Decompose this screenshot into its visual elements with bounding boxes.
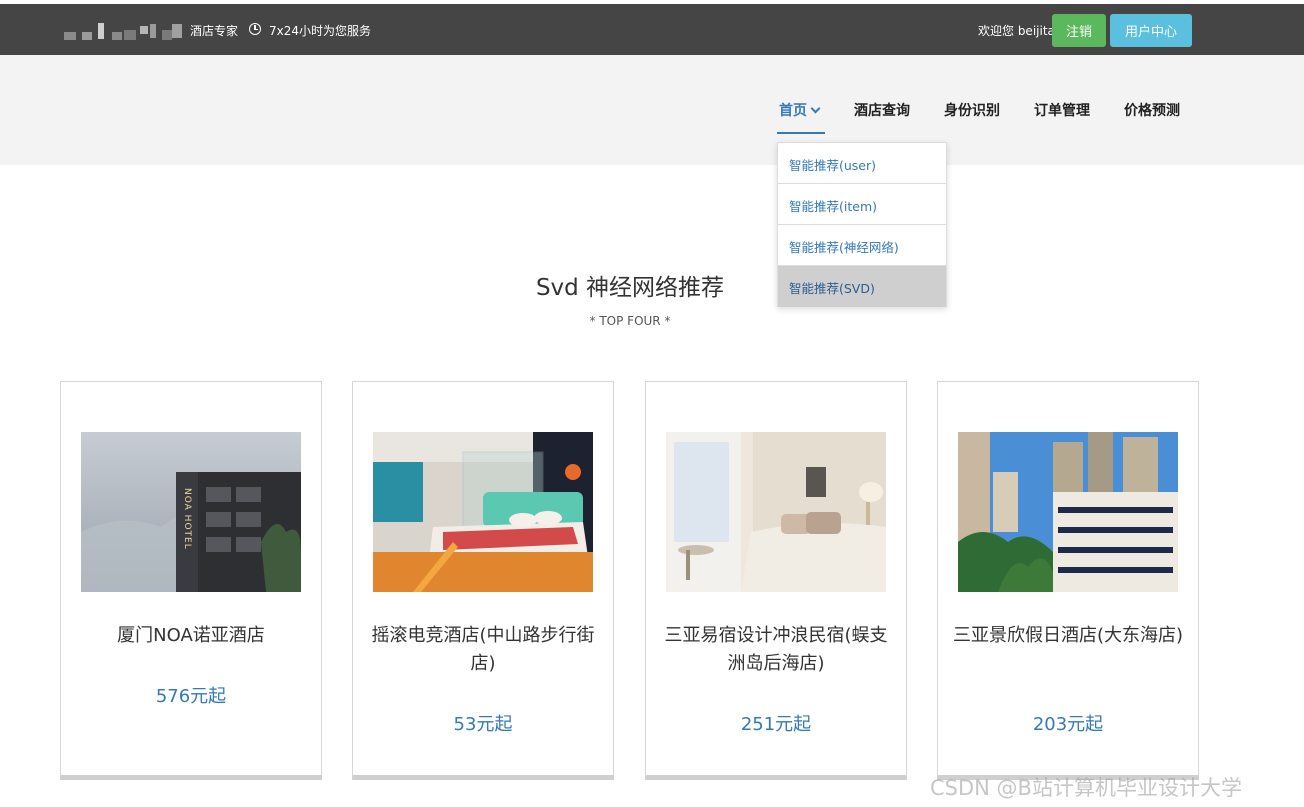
hotel-image[interactable]: [666, 432, 886, 592]
recommend-dropdown-menu: 智能推荐(user) 智能推荐(item) 智能推荐(神经网络) 智能推荐(SV…: [777, 142, 947, 307]
nav-item-hotel-search[interactable]: 酒店查询: [854, 100, 910, 120]
hotel-name[interactable]: 三亚易宿设计冲浪民宿(蜈支洲岛后海店): [656, 622, 896, 678]
chevron-down-icon: [810, 103, 821, 114]
hotel-card[interactable]: 三亚易宿设计冲浪民宿(蜈支洲岛后海店) 251元起: [645, 381, 907, 780]
hotel-name[interactable]: 三亚景欣假日酒店(大东海店): [948, 622, 1188, 650]
hotel-card[interactable]: 三亚景欣假日酒店(大东海店) 203元起: [937, 381, 1199, 780]
nav-item-home[interactable]: 首页: [779, 100, 821, 120]
hotel-image[interactable]: [373, 432, 593, 592]
hotel-card[interactable]: NOA HOTEL 厦门NOA诺亚酒店 576元起: [60, 381, 322, 780]
nav-item-price-prediction[interactable]: 价格预测: [1124, 100, 1180, 120]
hotel-price: 203元起: [1032, 714, 1104, 735]
section-title: Svd 神经网络推荐: [535, 275, 725, 301]
hotel-price: 251元起: [740, 714, 812, 735]
hotel-card[interactable]: 摇滚电竞酒店(中山路步行街店) 53元起: [352, 381, 614, 780]
menu-item-recommend-svd[interactable]: 智能推荐(SVD): [778, 266, 946, 307]
user-center-button[interactable]: 用户中心: [1110, 14, 1192, 47]
hotel-image[interactable]: NOA HOTEL: [81, 432, 301, 592]
clock-icon: [249, 23, 261, 35]
hotel-price: 53元起: [453, 714, 513, 735]
section-subtitle: * TOP FOUR *: [589, 314, 671, 328]
welcome-text: 欢迎您 beijita: [978, 24, 1055, 38]
hotel-name[interactable]: 厦门NOA诺亚酒店: [71, 622, 311, 650]
nav-item-id-recognition[interactable]: 身份识别: [944, 100, 1000, 120]
hotel-image[interactable]: [958, 432, 1178, 592]
active-nav-indicator: [777, 132, 825, 134]
watermark-text: CSDN @B站计算机毕业设计大学: [930, 776, 1242, 800]
nav-item-home-label: 首页: [779, 103, 807, 119]
hotel-price: 576元起: [155, 686, 227, 707]
main-nav: 首页 酒店查询 身份识别 订单管理 价格预测: [0, 55, 1304, 165]
menu-item-recommend-user[interactable]: 智能推荐(user): [778, 143, 946, 184]
brand-label: 酒店专家: [190, 24, 239, 38]
logout-button[interactable]: 注销: [1052, 14, 1106, 47]
service-hours-text: 7x24小时为您服务: [269, 24, 372, 38]
svg-text:NOA HOTEL: NOA HOTEL: [182, 488, 192, 550]
menu-item-recommend-neural[interactable]: 智能推荐(神经网络): [778, 225, 946, 266]
top-bar: 酒店专家 7x24小时为您服务 欢迎您 beijita 注销 用户中心: [0, 4, 1304, 60]
nav-item-order-management[interactable]: 订单管理: [1034, 100, 1090, 120]
hotel-name[interactable]: 摇滚电竞酒店(中山路步行街店): [363, 622, 603, 678]
menu-item-recommend-item[interactable]: 智能推荐(item): [778, 184, 946, 225]
